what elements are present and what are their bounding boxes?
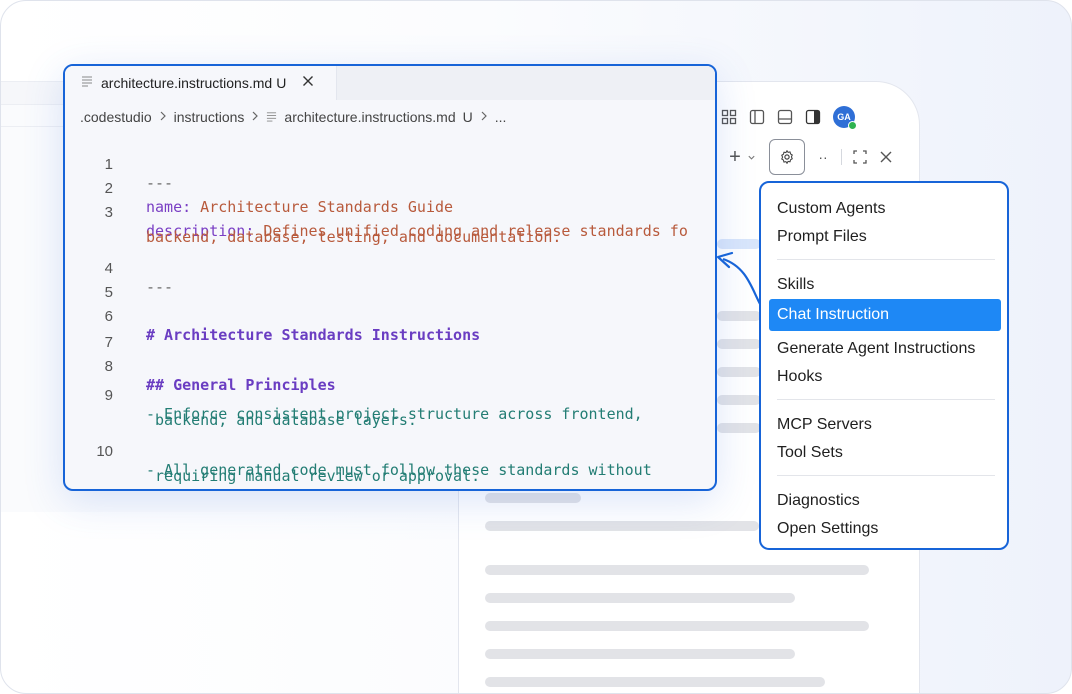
toggle-panel-icon[interactable]: [777, 109, 793, 125]
skeleton-line: [717, 367, 761, 377]
code-line-wrap: requiring manual review or approval.: [65, 449, 715, 489]
breadcrumb-file[interactable]: architecture.instructions.md: [284, 109, 455, 125]
breadcrumb-codestudio[interactable]: .codestudio: [80, 109, 152, 125]
close-tab-icon[interactable]: [302, 74, 314, 92]
chevron-down-icon[interactable]: [743, 149, 759, 165]
skeleton-line: [485, 565, 869, 575]
menu-item-hooks[interactable]: Hooks: [777, 364, 822, 390]
skeleton-line: [485, 677, 825, 687]
breadcrumb-instructions[interactable]: instructions: [174, 109, 245, 125]
skeleton-line: [717, 239, 761, 249]
skeleton-line: [485, 649, 795, 659]
online-status-dot: [848, 121, 857, 130]
skeleton-line: [717, 395, 761, 405]
markdown-list-continuation: requiring manual review or approval.: [146, 467, 481, 485]
chevron-right-icon: [480, 110, 488, 124]
toggle-secondary-sidebar-icon[interactable]: [805, 109, 821, 125]
breadcrumb-symbols[interactable]: ...: [495, 109, 507, 125]
menu-item-prompt-files[interactable]: Prompt Files: [777, 224, 867, 250]
layout-toolbar: GA: [721, 101, 857, 133]
menu-item-generate-agent-instructions[interactable]: Generate Agent Instructions: [777, 336, 975, 362]
chat-settings-menu: Custom Agents Prompt Files Skills Chat I…: [759, 181, 1009, 550]
new-chat-icon[interactable]: +: [727, 146, 743, 168]
file-lines-icon: [266, 109, 277, 125]
canvas: GA + ·· architecture.instructions.md U .…: [0, 0, 1072, 694]
customize-layout-icon[interactable]: [721, 109, 737, 125]
divider: [841, 149, 842, 165]
chevron-right-icon: [251, 110, 259, 124]
skeleton-line: [485, 621, 869, 631]
tab-filename: architecture.instructions.md: [101, 75, 273, 91]
menu-item-custom-agents[interactable]: Custom Agents: [777, 196, 886, 222]
menu-item-tool-sets[interactable]: Tool Sets: [777, 440, 843, 466]
toggle-sidebar-icon[interactable]: [749, 109, 765, 125]
menu-item-skills[interactable]: Skills: [777, 272, 814, 298]
menu-item-open-settings[interactable]: Open Settings: [777, 516, 878, 542]
gear-button[interactable]: [769, 139, 805, 175]
skeleton-line: [717, 339, 761, 349]
avatar-initials: GA: [837, 112, 851, 122]
skeleton-line: [717, 311, 761, 321]
skeleton-line: [717, 423, 761, 433]
menu-item-chat-instruction[interactable]: Chat Instruction: [769, 299, 1001, 331]
instructions-editor: architecture.instructions.md U .codestud…: [63, 64, 717, 491]
chat-toolbar: + ··: [727, 139, 894, 175]
menu-item-mcp-servers[interactable]: MCP Servers: [777, 412, 872, 438]
tab-status: U: [276, 75, 287, 91]
skeleton-line: [485, 593, 795, 603]
breadcrumb-file-status: U: [462, 109, 473, 125]
more-icon[interactable]: ··: [815, 149, 831, 165]
avatar[interactable]: GA: [833, 106, 857, 130]
skeleton-line: [485, 493, 581, 503]
gear-icon: [781, 150, 793, 164]
menu-separator: [777, 399, 995, 400]
tab-architecture-instructions[interactable]: architecture.instructions.md U: [65, 66, 337, 100]
breadcrumb: .codestudio instructions architecture.in…: [80, 106, 506, 128]
skeleton-line: [485, 521, 759, 531]
menu-separator: [777, 475, 995, 476]
editor-tabbar: architecture.instructions.md U: [65, 66, 715, 100]
maximize-icon[interactable]: [852, 149, 868, 165]
menu-item-diagnostics[interactable]: Diagnostics: [777, 488, 860, 514]
close-icon[interactable]: [878, 149, 894, 165]
chevron-right-icon: [159, 110, 167, 124]
menu-separator: [777, 259, 995, 260]
file-lines-icon: [81, 74, 93, 92]
